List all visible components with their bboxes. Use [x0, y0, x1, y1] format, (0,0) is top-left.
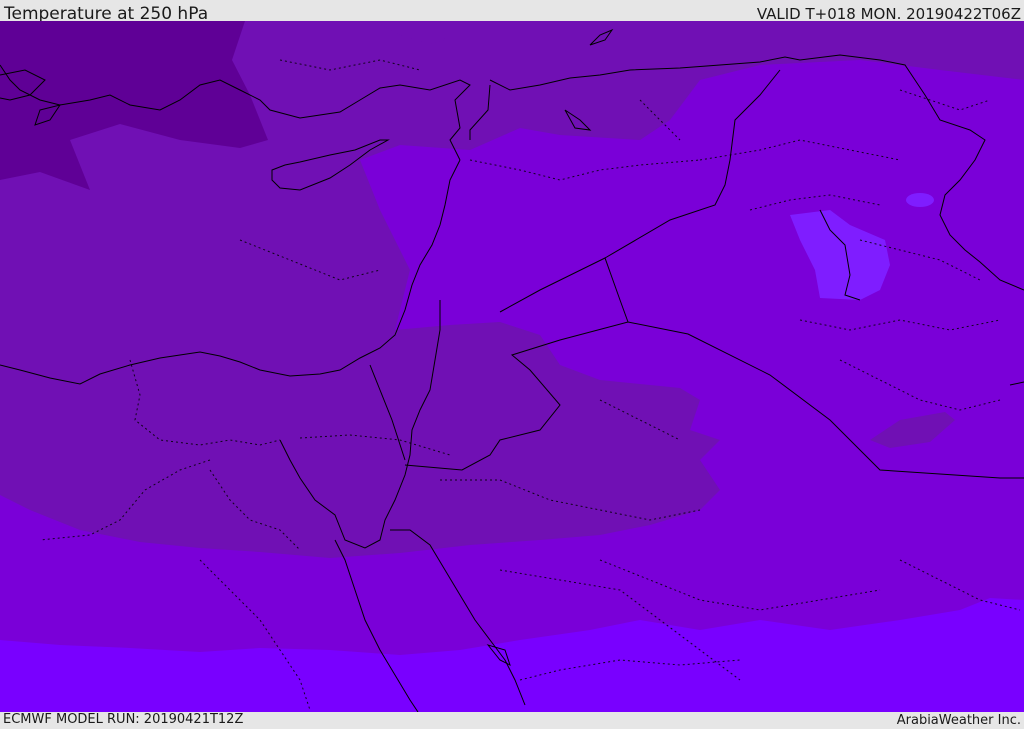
footer-bar: ECMWF MODEL RUN: 20190421T12Z ArabiaWeat…: [0, 712, 1024, 729]
temp-patch-small: [906, 193, 934, 207]
temperature-map: [0, 21, 1024, 712]
model-run: ECMWF MODEL RUN: 20190421T12Z: [3, 712, 244, 727]
header-bar: Temperature at 250 hPa VALID T+018 MON. …: [0, 0, 1024, 24]
credit-text: ArabiaWeather Inc.: [896, 713, 1021, 728]
